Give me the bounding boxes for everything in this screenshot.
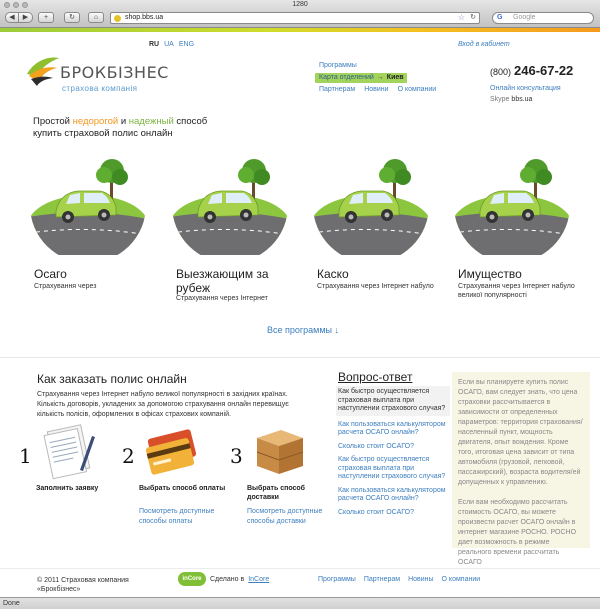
header-color-bar xyxy=(0,28,600,32)
copyright: © 2011 Страховая компания «Брокбізнес» xyxy=(37,577,129,593)
refresh-icon[interactable]: ↻ xyxy=(470,13,476,21)
favicon-icon xyxy=(114,15,121,22)
payment-methods-link[interactable]: Посмотреть доступные способы оплаты xyxy=(139,507,229,527)
step-delivery-method: 3 Выбрать способ доставки Посмотреть дос… xyxy=(230,422,330,532)
car-illustration-icon xyxy=(172,155,288,255)
footer-divider xyxy=(0,568,600,569)
product-title[interactable]: Имущество xyxy=(458,267,578,281)
faq-list: Как быстро осуществляется страховая выпл… xyxy=(336,386,450,522)
url-text: shop.bbs.ua xyxy=(125,14,164,21)
step-title: Заполнить заявку xyxy=(36,485,99,492)
skype-label: Skype xyxy=(490,96,510,103)
language-switcher: RU UA ENG xyxy=(149,41,194,48)
home-icon[interactable]: ⌂ xyxy=(88,12,104,23)
incore-link[interactable]: InCore xyxy=(248,576,269,583)
step-payment-method: 2 Выбрать способ оплаты Посмотреть досту… xyxy=(122,422,225,532)
logo-bird-icon xyxy=(27,57,59,86)
tagline-text-2: и xyxy=(118,116,129,127)
online-consultation-link[interactable]: Онлайн консультация xyxy=(490,85,561,92)
car-illustration-icon xyxy=(454,155,570,255)
search-placeholder: Google xyxy=(513,14,536,21)
document-icon xyxy=(43,424,95,480)
branch-map-button[interactable]: Карта отделений → Киев xyxy=(315,73,407,83)
faq-question[interactable]: Сколько стоит ОСАГО? xyxy=(338,443,450,452)
step-number: 1 xyxy=(19,444,32,468)
tagline-text-1: Простой xyxy=(33,116,73,127)
lang-ru[interactable]: RU xyxy=(149,41,159,48)
footer-nav-partners[interactable]: Партнерам xyxy=(364,576,400,583)
google-icon: G xyxy=(497,14,503,21)
arrow-right-icon: → xyxy=(376,74,384,81)
step-title: Выбрать способ доставки xyxy=(247,485,305,501)
made-by: inCore Сделано в InCore xyxy=(178,572,269,586)
step-number: 3 xyxy=(230,444,243,468)
phone-code: (800) xyxy=(490,67,512,77)
step-number: 2 xyxy=(122,444,135,468)
tagline: Простой недорогой и надежный способ купи… xyxy=(33,116,223,140)
footer-nav-programs[interactable]: Программы xyxy=(318,576,356,583)
phone-number: (800) 246-67-22 xyxy=(490,63,573,78)
credit-cards-icon xyxy=(145,429,197,475)
product-title[interactable]: Выезжающим за рубеж xyxy=(176,267,296,295)
skype-contact: Skype bbs.ua xyxy=(490,96,532,103)
tagline-cheap: недорогой xyxy=(72,116,119,127)
city-selector[interactable]: Киев xyxy=(387,74,404,81)
step-fill-application: 1 Заполнить заявку xyxy=(19,422,119,532)
delivery-methods-link[interactable]: Посмотреть доступные способы доставки xyxy=(247,507,337,527)
step-title: Выбрать способ оплаты xyxy=(139,485,226,492)
back-button[interactable]: ◀ xyxy=(5,12,19,23)
footer-navigation: Программы Партнерам Новины О компании xyxy=(318,576,480,583)
forward-button[interactable]: ▶ xyxy=(19,12,33,23)
add-bookmark-button[interactable]: + xyxy=(38,12,54,23)
car-illustration-icon xyxy=(313,155,429,255)
faq-question[interactable]: Сколько стоит ОСАГО? xyxy=(338,509,450,518)
cabinet-login-link[interactable]: Вход в кабинет xyxy=(458,41,510,48)
logo-name: БРОКБІЗНЕС xyxy=(60,63,169,82)
nav-news[interactable]: Новини xyxy=(364,86,388,93)
faq-question[interactable]: Как быстро осуществляется страховая выпл… xyxy=(338,456,450,482)
howto-title: Как заказать полис онлайн xyxy=(37,372,187,386)
tagline-reliable: надежный xyxy=(128,116,174,127)
howto-text: Страхування через Інтернет набуло велико… xyxy=(37,391,289,418)
faq-title[interactable]: Вопрос-ответ xyxy=(338,370,412,384)
search-field[interactable]: G Google xyxy=(492,12,594,24)
nav-partners[interactable]: Партнерам xyxy=(319,86,355,93)
browser-status-bar: Done xyxy=(0,597,600,609)
history-buttons: ◀ ▶ xyxy=(5,12,33,23)
bookmark-star-icon[interactable]: ☆ xyxy=(458,13,465,22)
logo-subtitle: страхова компанія xyxy=(62,84,138,93)
incore-logo[interactable]: inCore xyxy=(178,572,206,586)
phone-digits: 246-67-22 xyxy=(514,63,574,78)
faq-answer-text: Если вы планируете купить полис ОСАГО, в… xyxy=(458,379,583,486)
skype-value: bbs.ua xyxy=(511,96,533,103)
faq-question[interactable]: Как пользоваться калькулятором расчета О… xyxy=(338,487,450,504)
faq-question[interactable]: Как пользоваться калькулятором расчета О… xyxy=(338,421,450,438)
window-title: 1280 xyxy=(292,1,308,8)
faq-answer-text: Если вам необходимо рассчитать стоимость… xyxy=(458,499,577,566)
section-divider xyxy=(0,357,600,358)
lang-eng[interactable]: ENG xyxy=(179,41,194,48)
site-logo[interactable]: БРОКБІЗНЕС страхова компанія xyxy=(25,52,168,94)
product-title[interactable]: Осаго xyxy=(34,267,154,281)
all-programs-link[interactable]: Все программы ↓ xyxy=(267,325,339,335)
lang-ua[interactable]: UA xyxy=(164,41,174,48)
faq-question[interactable]: Как быстро осуществляется страховая выпл… xyxy=(336,386,450,416)
browser-toolbar: 1280 ◀ ▶ + ↻ ⌂ shop.bbs.ua ☆ ↻ G Google xyxy=(0,0,600,28)
made-by-label: Сделано в xyxy=(210,575,245,583)
footer-nav-news[interactable]: Новины xyxy=(408,576,433,583)
reload-button[interactable]: ↻ xyxy=(64,12,80,23)
nav-programs[interactable]: Программы xyxy=(319,62,357,69)
product-desc: Страхування через Інтернет набуло xyxy=(317,283,434,290)
nav-about[interactable]: О компании xyxy=(398,86,437,93)
car-illustration-icon xyxy=(30,155,146,255)
branch-map-label: Карта отделений xyxy=(319,74,374,81)
product-desc: Страхування через xyxy=(34,283,97,290)
faq-answer-panel: Если вы планируете купить полис ОСАГО, в… xyxy=(452,372,590,566)
product-title[interactable]: Каско xyxy=(317,267,437,281)
box-icon xyxy=(256,430,304,474)
product-desc: Страхування через Інтернет xyxy=(176,295,268,302)
footer-nav-about[interactable]: О компании xyxy=(442,576,481,583)
product-desc: Страхування через Інтернет набуло велико… xyxy=(458,283,575,299)
address-bar[interactable]: shop.bbs.ua ☆ ↻ xyxy=(110,12,480,24)
